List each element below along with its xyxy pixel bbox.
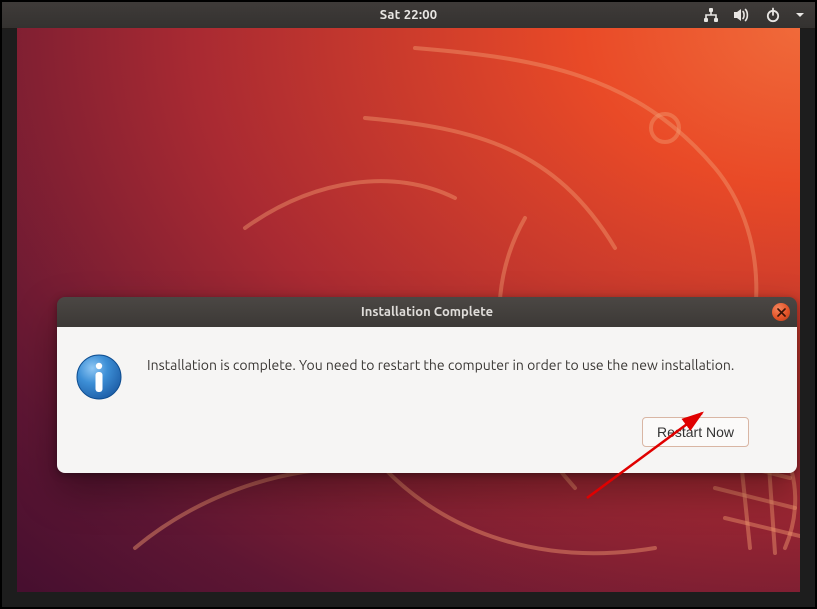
network-icon[interactable]	[703, 7, 719, 23]
desktop-wallpaper: Installation Complete	[17, 28, 800, 592]
dialog-message: Installation is complete. You need to re…	[147, 353, 734, 373]
close-button[interactable]	[772, 303, 790, 321]
restart-now-button[interactable]: Restart Now	[642, 417, 749, 447]
dialog-title: Installation Complete	[361, 305, 493, 319]
power-icon[interactable]	[765, 7, 781, 23]
clock[interactable]: Sat 22:00	[380, 8, 438, 22]
top-bar: Sat 22:00	[2, 2, 815, 29]
dialog-titlebar[interactable]: Installation Complete	[57, 297, 797, 327]
dropdown-icon[interactable]	[795, 7, 805, 23]
installation-complete-dialog: Installation Complete	[57, 297, 797, 473]
info-icon	[75, 353, 123, 401]
volume-icon[interactable]	[733, 7, 751, 23]
